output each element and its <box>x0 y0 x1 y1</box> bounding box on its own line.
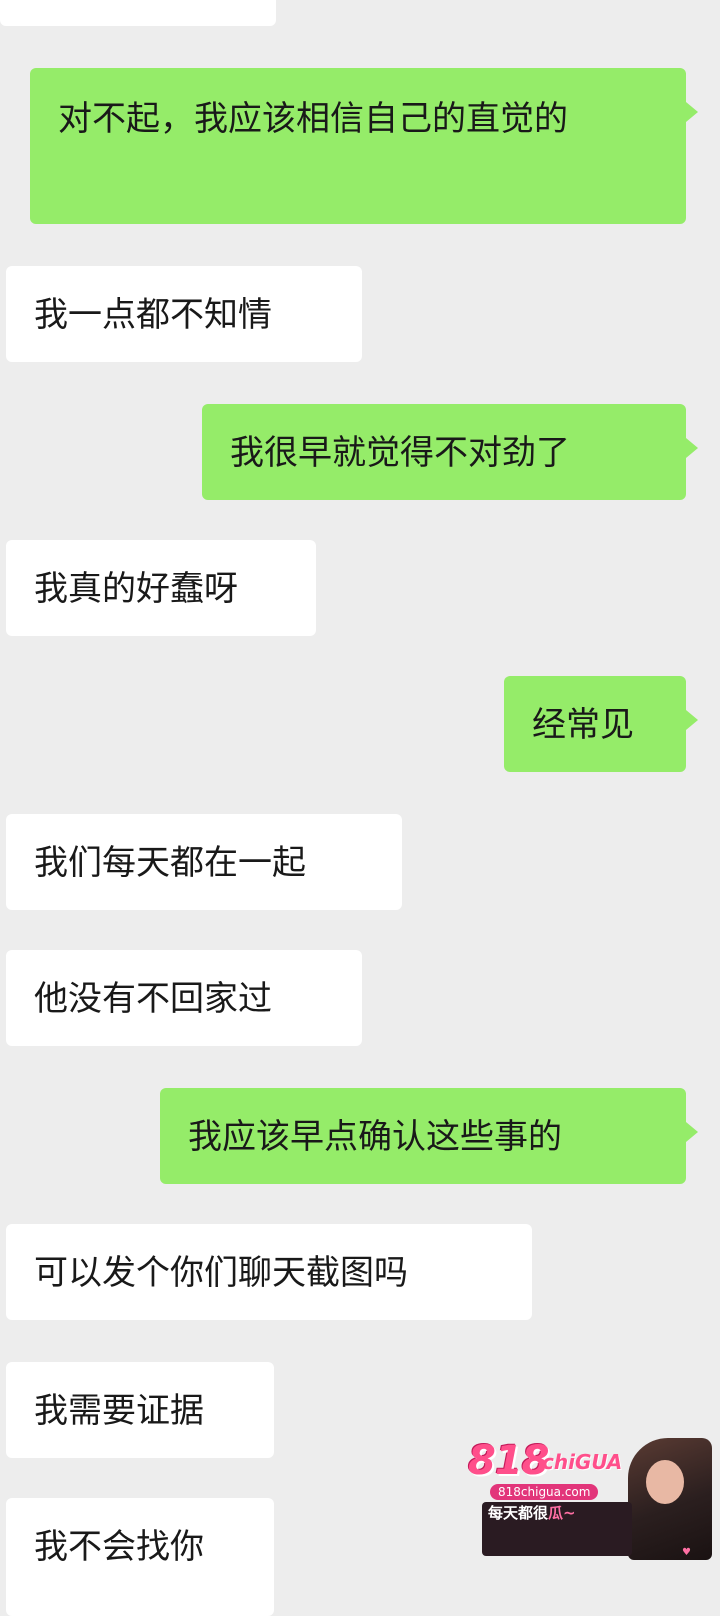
heart-icon: ♥ <box>682 1547 691 1558</box>
site-watermark: 818 chiGUA 818chigua.com 每天都很瓜~ ♥ <box>468 1438 712 1560</box>
message-bubble-outgoing[interactable]: 经常见 <box>504 676 698 772</box>
message-bubble-incoming[interactable]: 我不会找你 <box>6 1498 274 1616</box>
message-text: 我很早就觉得不对劲了 <box>230 433 570 473</box>
message-text: 我应该早点确认这些事的 <box>188 1117 562 1157</box>
watermark-slogan-highlight: 瓜~ <box>548 1504 576 1522</box>
message-text: 对不起，我应该相信自己的直觉的 <box>58 99 568 139</box>
watermark-portrait <box>628 1438 712 1560</box>
message-text: 我真的好蠢呀 <box>34 569 238 609</box>
message-bubble-outgoing[interactable]: 我应该早点确认这些事的 <box>160 1088 698 1184</box>
message-bubble-incoming[interactable]: 他没有不回家过 <box>6 950 362 1046</box>
watermark-logo-suffix: chiGUA <box>542 1450 623 1474</box>
watermark-slogan-prefix: 每天都很 <box>488 1504 549 1522</box>
message-text: 我需要证据 <box>34 1391 204 1431</box>
message-text: 我一点都不知情 <box>34 295 272 335</box>
message-bubble-outgoing[interactable]: 我很早就觉得不对劲了 <box>202 404 698 500</box>
message-text: 我不会找你 <box>34 1527 204 1567</box>
watermark-logo: 818 <box>468 1438 549 1484</box>
partial-message-bubble <box>0 0 276 26</box>
message-text: 他没有不回家过 <box>34 979 272 1019</box>
message-text: 经常见 <box>532 705 634 745</box>
message-text: 可以发个你们聊天截图吗 <box>34 1253 408 1293</box>
message-bubble-incoming[interactable]: 我们每天都在一起 <box>6 814 402 910</box>
message-bubble-incoming[interactable]: 我需要证据 <box>6 1362 274 1458</box>
message-text: 我们每天都在一起 <box>34 843 306 883</box>
message-bubble-incoming[interactable]: 可以发个你们聊天截图吗 <box>6 1224 532 1320</box>
message-bubble-incoming[interactable]: 我真的好蠢呀 <box>6 540 316 636</box>
watermark-url: 818chigua.com <box>490 1484 599 1500</box>
message-bubble-incoming[interactable]: 我一点都不知情 <box>6 266 362 362</box>
chat-message-list[interactable]: 对不起，我应该相信自己的直觉的 我一点都不知情 我很早就觉得不对劲了 我真的好蠢… <box>0 0 720 1616</box>
message-bubble-outgoing[interactable]: 对不起，我应该相信自己的直觉的 <box>30 68 698 224</box>
watermark-slogan: 每天都很瓜~ <box>488 1502 576 1523</box>
